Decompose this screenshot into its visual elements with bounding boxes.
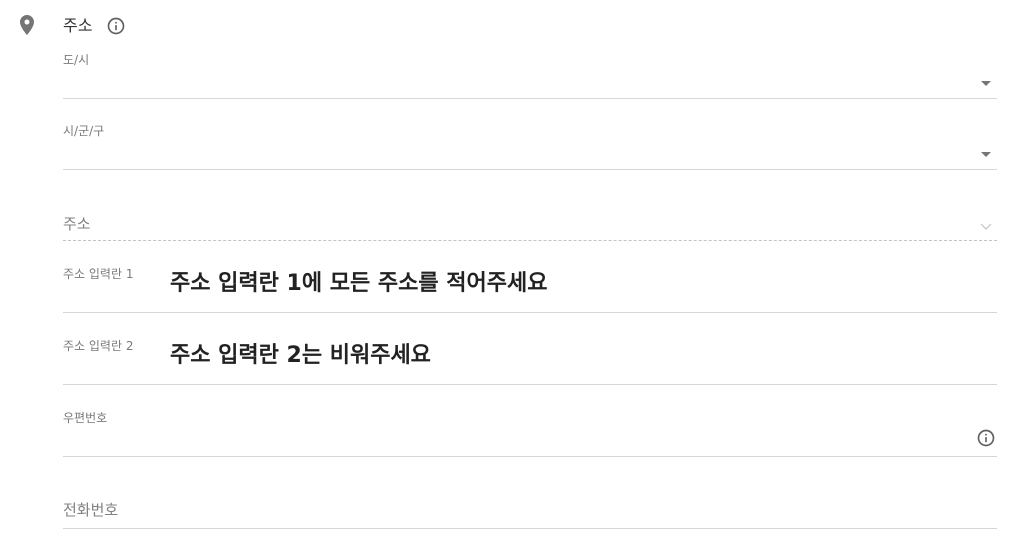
phone-field (63, 480, 997, 529)
address-line2-input[interactable] (63, 356, 963, 380)
postal-code-field: 우편번호 (63, 408, 997, 457)
address-select[interactable]: 주소 (63, 192, 997, 241)
address-line2-label: 주소 입력란 2 (63, 339, 134, 353)
province-select[interactable]: 도/시 (63, 50, 997, 99)
info-icon[interactable] (106, 16, 126, 36)
map-pin-icon (20, 15, 34, 35)
address-line1-label: 주소 입력란 1 (63, 267, 134, 281)
district-label: 시/군/구 (63, 124, 105, 138)
district-select[interactable]: 시/군/구 (63, 121, 997, 170)
postal-code-label: 우편번호 (63, 411, 108, 425)
info-icon[interactable] (976, 428, 996, 448)
province-label: 도/시 (63, 53, 90, 67)
phone-input[interactable] (63, 501, 963, 519)
address-select-placeholder: 주소 (63, 215, 91, 233)
address-line1-input[interactable] (63, 284, 963, 308)
dropdown-arrow-icon[interactable] (981, 152, 991, 157)
dropdown-arrow-icon[interactable] (981, 81, 991, 86)
chevron-down-icon[interactable] (980, 223, 992, 230)
address-line1-field: 주소 입력란 1 주소 입력란 1에 모든 주소를 적어주세요 (63, 264, 997, 313)
postal-code-input[interactable] (63, 428, 943, 452)
section-title: 주소 (63, 16, 93, 35)
address-line2-field: 주소 입력란 2 주소 입력란 2는 비워주세요 (63, 336, 997, 385)
